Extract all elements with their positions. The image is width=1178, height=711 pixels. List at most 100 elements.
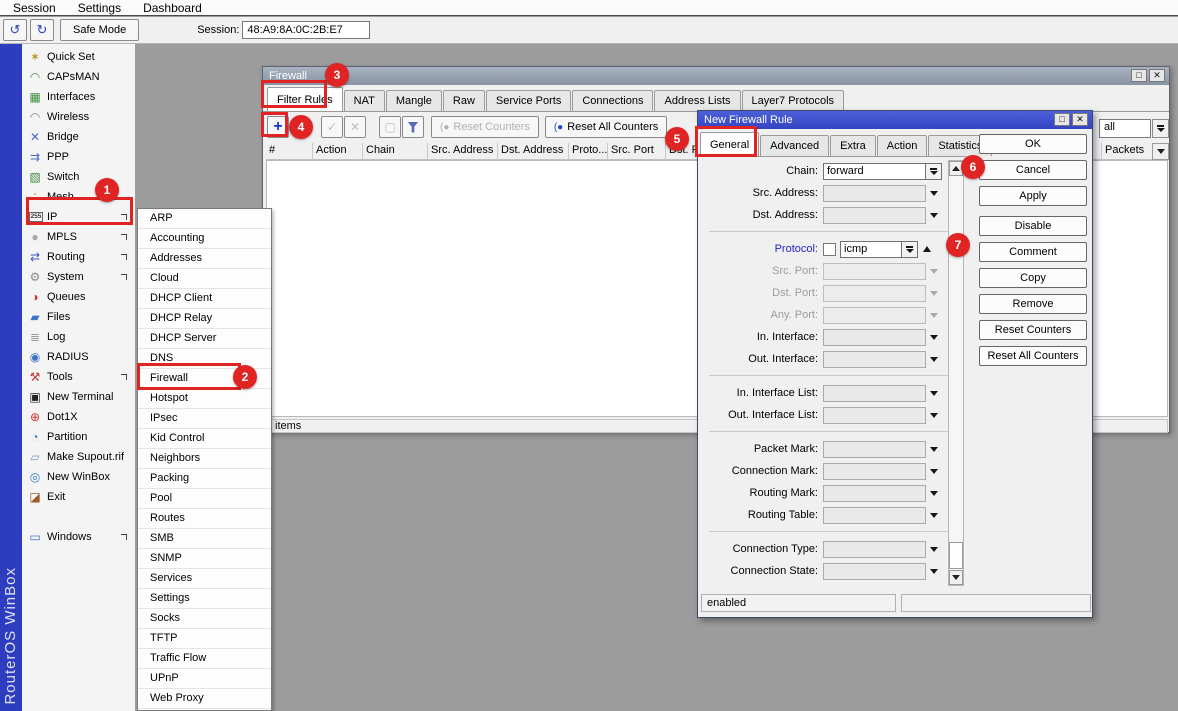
firewall-tab[interactable]: NAT [344,90,385,111]
dropdown-icon[interactable] [926,569,942,574]
field-input[interactable] [823,185,926,202]
dropdown-icon[interactable] [926,335,942,340]
firewall-tab[interactable]: Connections [572,90,653,111]
sidebar-item[interactable]: ◉ RADIUS [22,347,135,367]
column-header[interactable]: Src. Address [428,143,498,159]
redo-button[interactable]: ↻ [30,19,54,41]
dialog-button[interactable]: Remove [979,294,1087,314]
field-input[interactable] [823,285,926,302]
session-value-field[interactable]: 48:A9:8A:0C:2B:E7 [242,21,370,39]
packets-column-header[interactable]: Packets [1101,143,1151,160]
submenu-item[interactable]: Hotspot [138,389,271,409]
sidebar-item[interactable]: ⊕ Dot1X [22,407,135,427]
dialog-button[interactable]: Copy [979,268,1087,288]
dialog-tab[interactable]: Action [877,135,928,156]
sidebar-item[interactable]: ▱ Make Supout.rif [22,447,135,467]
firewall-tab[interactable]: Raw [443,90,485,111]
submenu-item[interactable]: ARP [138,209,271,229]
maximize-button[interactable]: □ [1131,69,1147,82]
field-input[interactable] [823,329,926,346]
submenu-item[interactable]: Web Proxy [138,689,271,709]
dialog-button[interactable]: Disable [979,216,1087,236]
submenu-item[interactable]: IPsec [138,409,271,429]
dropdown-icon[interactable] [926,191,942,196]
dialog-button[interactable]: Reset All Counters [979,346,1087,366]
submenu-item[interactable]: Cloud [138,269,271,289]
field-input[interactable] [823,407,926,424]
sidebar-item[interactable]: ▣ New Terminal [22,387,135,407]
submenu-item[interactable]: Kid Control [138,429,271,449]
filter-button[interactable] [402,116,424,138]
submenu-item[interactable]: Settings [138,589,271,609]
field-input[interactable] [823,485,926,502]
disable-button[interactable]: ✕ [344,116,366,138]
scroll-down-icon[interactable] [949,570,963,585]
dialog-button[interactable]: Comment [979,242,1087,262]
field-input[interactable] [823,463,926,480]
undo-button[interactable]: ↺ [3,19,27,41]
sidebar-item[interactable]: ▰ Files [22,307,135,327]
maximize-button[interactable]: □ [1054,113,1070,126]
submenu-item[interactable]: Pool [138,489,271,509]
dropdown-icon[interactable] [926,291,942,296]
dialog-button[interactable]: OK [979,134,1087,154]
submenu-item[interactable]: Routes [138,509,271,529]
sidebar-item[interactable]: ◎ New WinBox [22,467,135,487]
dropdown-icon[interactable] [926,213,942,218]
submenu-item[interactable]: DHCP Server [138,329,271,349]
submenu-item[interactable]: DHCP Client [138,289,271,309]
column-header[interactable]: Dst. Address [498,143,569,159]
sidebar-item[interactable]: ⚙ System [22,267,135,287]
dropdown-icon[interactable] [926,413,942,418]
field-input[interactable] [823,563,926,580]
dialog-titlebar[interactable]: New Firewall Rule □ ✕ [698,111,1092,129]
submenu-item[interactable]: UPnP [138,669,271,689]
dropdown-icon[interactable] [926,469,942,474]
field-input[interactable] [823,263,926,280]
sidebar-item[interactable]: ⇉ PPP [22,147,135,167]
collapse-section-icon[interactable] [923,246,931,252]
scrollbar-thumb[interactable] [949,542,963,569]
firewall-tab[interactable]: Address Lists [654,90,740,111]
dropdown-icon[interactable] [926,491,942,496]
firewall-titlebar[interactable]: Firewall □ ✕ [263,67,1169,85]
quick-filter-dropdown-icon[interactable] [1152,119,1169,138]
firewall-tab[interactable]: Layer7 Protocols [742,90,845,111]
field-input[interactable] [823,207,926,224]
enable-button[interactable]: ✓ [321,116,343,138]
submenu-item[interactable]: SNMP [138,549,271,569]
sidebar-item[interactable]: ● MPLS [22,227,135,247]
sidebar-item[interactable]: ◠ Wireless [22,107,135,127]
field-input[interactable] [823,351,926,368]
column-header[interactable]: # [266,143,313,159]
column-header[interactable]: Src. Port [608,143,666,159]
sidebar-item[interactable]: ◪ Exit [22,487,135,507]
field-input[interactable] [823,507,926,524]
sidebar-item[interactable]: ▦ Interfaces [22,87,135,107]
menubar-item[interactable]: Dashboard [132,1,213,15]
packets-dropdown-icon[interactable] [1152,143,1169,160]
column-header[interactable]: Proto... [569,143,608,159]
sidebar-item[interactable]: ✕ Bridge [22,127,135,147]
copy-card-button[interactable]: ▢ [379,116,401,138]
submenu-item[interactable]: Accounting [138,229,271,249]
dialog-tab[interactable]: Extra [830,135,876,156]
dropdown-icon[interactable] [926,269,942,274]
combo-dropdown-icon[interactable] [902,241,918,258]
menubar-item[interactable]: Settings [67,1,132,15]
firewall-tab[interactable]: Mangle [386,90,442,111]
dialog-button[interactable]: Reset Counters [979,320,1087,340]
menubar-item[interactable]: Session [2,1,67,15]
submenu-item[interactable]: SMB [138,529,271,549]
dialog-button[interactable]: Apply [979,186,1087,206]
submenu-item[interactable]: DHCP Relay [138,309,271,329]
close-button[interactable]: ✕ [1072,113,1088,126]
fields-scrollbar[interactable] [948,160,964,586]
submenu-item[interactable]: Socks [138,609,271,629]
field-input[interactable]: forward [823,163,926,180]
protocol-checkbox[interactable] [823,243,836,256]
dropdown-icon[interactable] [926,391,942,396]
dropdown-icon[interactable] [926,547,942,552]
sidebar-item[interactable]: ≣ Log [22,327,135,347]
combo-dropdown-icon[interactable] [926,163,942,180]
